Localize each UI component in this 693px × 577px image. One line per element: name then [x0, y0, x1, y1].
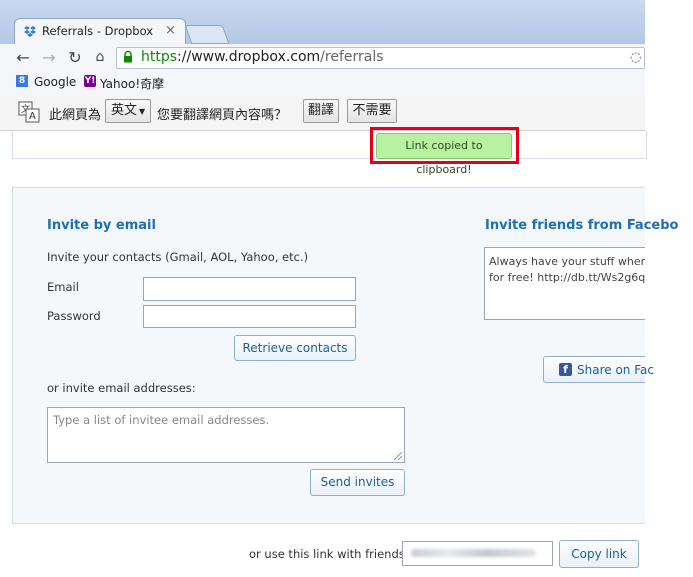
translate-question: 您要翻譯網頁內容嗎？: [157, 108, 288, 123]
share-facebook-button[interactable]: f Share on Fac: [543, 356, 654, 383]
dropbox-icon: [24, 26, 36, 37]
new-tab-button[interactable]: [184, 25, 230, 44]
facebook-icon: f: [559, 363, 572, 376]
browser-tab[interactable]: Referrals - Dropbox ×: [14, 18, 186, 45]
browser-toolbar: ← → ↻ ⌂ https://www.dropbox.com/referral…: [0, 44, 645, 73]
url-path: /referrals: [320, 49, 384, 65]
url-separator: ://: [177, 49, 192, 65]
password-field[interactable]: [143, 305, 356, 328]
copy-link-button[interactable]: Copy link: [559, 540, 639, 568]
translate-prefix: 此網頁為: [49, 108, 102, 123]
extension-icon[interactable]: ◌: [630, 50, 641, 65]
language-select-value: 英文: [111, 103, 138, 118]
reload-icon[interactable]: ↻: [66, 48, 84, 67]
referral-link-redacted: [411, 549, 536, 557]
retrieve-contacts-button[interactable]: Retrieve contacts: [234, 335, 356, 361]
highlight-box: [370, 127, 519, 164]
bookmark-yahoo[interactable]: Yahoo!奇摩: [100, 75, 164, 92]
no-thanks-button[interactable]: 不需要: [347, 99, 397, 123]
invitee-emails-textarea[interactable]: Type a list of invitee email addresses.: [47, 407, 405, 463]
email-label: Email: [47, 280, 79, 294]
facebook-message-line-1: Always have your stuff when y: [489, 255, 645, 268]
textarea-placeholder: Type a list of invitee email addresses.: [53, 413, 270, 427]
google-icon: 8: [16, 75, 28, 87]
resize-handle-icon[interactable]: [394, 452, 402, 460]
address-bar[interactable]: https://www.dropbox.com/referrals: [116, 47, 645, 69]
invite-facebook-heading: Invite friends from Facebo: [485, 218, 679, 233]
tab-close-icon[interactable]: ×: [165, 23, 176, 38]
referral-link-label: or use this link with friends:: [249, 547, 409, 561]
tab-title: Referrals - Dropbox: [42, 24, 154, 38]
facebook-message-field[interactable]: Always have your stuff when y for free! …: [484, 247, 645, 320]
svg-text:A: A: [29, 111, 36, 122]
chevron-down-icon: ▼: [139, 107, 146, 116]
invite-email-heading: Invite by email: [47, 218, 156, 233]
translate-icon: 文 A: [18, 101, 40, 123]
bookmark-google[interactable]: Google: [34, 75, 76, 89]
yahoo-icon: Y!: [84, 75, 96, 87]
referral-link-field[interactable]: [402, 541, 553, 566]
url-text: https://www.dropbox.com/referrals: [141, 49, 384, 65]
facebook-message-line-2: for free! http://db.tt/Ws2g6qS: [489, 271, 645, 284]
invite-contacts-text: Invite your contacts (Gmail, AOL, Yahoo,…: [47, 250, 309, 264]
password-label: Password: [47, 309, 101, 323]
lock-icon: [124, 51, 132, 63]
translate-bar: 文 A 此網頁為 英文▼ 您要翻譯網頁內容嗎？ 翻譯 不需要: [0, 94, 645, 131]
bookmarks-bar: 8 Google Y! Yahoo!奇摩: [0, 72, 645, 95]
send-invites-button[interactable]: Send invites: [310, 469, 405, 496]
home-icon[interactable]: ⌂: [91, 49, 109, 65]
page-header-strip: [12, 131, 647, 159]
forward-icon[interactable]: →: [40, 48, 58, 67]
language-select[interactable]: 英文 ▼: [105, 99, 151, 123]
share-facebook-label: Share on Fac: [577, 363, 654, 377]
back-icon[interactable]: ←: [14, 48, 32, 67]
url-host: www.dropbox.com: [191, 49, 321, 65]
translate-button[interactable]: 翻譯: [303, 99, 339, 123]
url-scheme: https: [141, 49, 178, 65]
invite-addresses-label: or invite email addresses:: [47, 381, 196, 395]
email-field[interactable]: [143, 277, 356, 301]
